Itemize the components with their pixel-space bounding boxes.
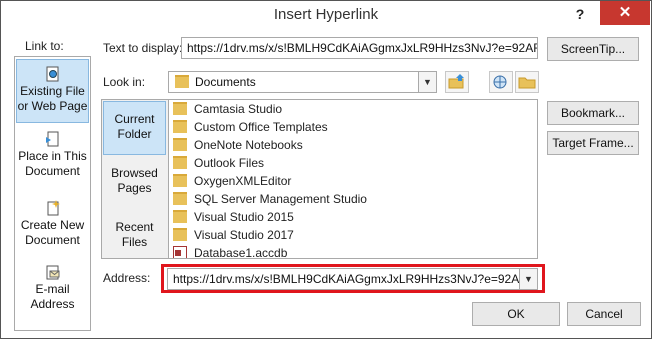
recent-files-line1: Recent	[115, 220, 154, 234]
folder-icon	[175, 75, 189, 88]
link-place-in-document[interactable]: Place in This Document	[16, 131, 89, 189]
browse-file-button[interactable]	[515, 71, 539, 93]
file-list-item[interactable]: Database1.accdb	[173, 244, 288, 259]
link-existing-line1: Existing File	[20, 84, 85, 98]
browsed-pages-tab[interactable]: Browsed Pages	[102, 166, 167, 196]
screentip-button[interactable]: ScreenTip...	[547, 37, 639, 61]
file-name: Custom Office Templates	[194, 120, 328, 134]
link-email-line2: Address	[30, 297, 75, 311]
folder-icon	[173, 120, 187, 134]
close-button[interactable]: ✕	[600, 1, 650, 25]
folder-icon	[173, 174, 187, 188]
link-to-label: Link to:	[25, 39, 64, 53]
link-existing-line2: or Web Page	[17, 99, 88, 113]
folder-icon	[173, 210, 187, 224]
file-list-item[interactable]: Custom Office Templates	[173, 118, 328, 136]
file-name: Database1.accdb	[194, 246, 288, 259]
up-folder-icon	[448, 74, 464, 89]
look-in-label: Look in:	[103, 75, 146, 89]
file-name: Camtasia Studio	[194, 102, 283, 116]
text-to-display-label: Text to display:	[103, 41, 183, 55]
recent-files-tab[interactable]: Recent Files	[102, 220, 167, 250]
look-in-value: Documents	[195, 75, 256, 89]
access-database-icon	[173, 245, 187, 258]
folder-icon	[173, 192, 187, 206]
help-button[interactable]: ?	[573, 4, 587, 24]
folder-icon	[173, 156, 187, 170]
file-list-item[interactable]: Outlook Files	[173, 154, 264, 172]
dialog-title: Insert Hyperlink	[273, 6, 379, 23]
look-in-nav: Current Folder Browsed Pages Recent File…	[101, 99, 168, 259]
file-name: Visual Studio 2015	[194, 210, 294, 224]
address-input[interactable]: https://1drv.ms/x/s!BMLH9CdKAiAGgmxJxLR9…	[167, 268, 538, 290]
insert-hyperlink-dialog: Insert Hyperlink ? ✕ Link to: Existing F…	[0, 0, 652, 339]
folder-icon	[173, 228, 187, 242]
address-label: Address:	[103, 271, 151, 285]
file-list: Camtasia Studio Custom Office Templates …	[168, 99, 538, 259]
link-existing-file-or-web-page[interactable]: Existing File or Web Page	[16, 59, 89, 123]
current-folder-line2: Folder	[117, 127, 152, 141]
recent-files-line2: Files	[121, 235, 148, 249]
browsed-pages-line1: Browsed	[111, 166, 158, 180]
link-create-line1: Create New	[20, 218, 85, 232]
email-icon	[46, 265, 59, 280]
browse-file-icon	[518, 77, 536, 89]
file-name: OxygenXMLEditor	[194, 174, 292, 188]
file-name: Visual Studio 2017	[194, 228, 294, 242]
chevron-down-icon[interactable]: ▼	[418, 72, 436, 92]
file-list-item[interactable]: Visual Studio 2015	[173, 208, 294, 226]
folder-icon	[173, 138, 187, 152]
link-create-new-document[interactable]: Create New Document	[16, 200, 89, 258]
address-value: https://1drv.ms/x/s!BMLH9CdKAiAGgmxJxLR9…	[173, 272, 538, 286]
file-list-item[interactable]: OneNote Notebooks	[173, 136, 303, 154]
link-to-pane: Existing File or Web Page Place in This …	[14, 56, 91, 331]
link-place-line2: Document	[25, 164, 80, 178]
link-email-address[interactable]: E-mail Address	[16, 264, 89, 322]
current-folder-tab[interactable]: Current Folder	[103, 101, 166, 155]
file-list-item[interactable]: Camtasia Studio	[173, 100, 282, 118]
document-place-icon	[45, 131, 58, 147]
link-create-line2: Document	[25, 233, 80, 247]
file-name: Outlook Files	[194, 156, 265, 170]
file-list-item[interactable]: OxygenXMLEditor	[173, 172, 291, 190]
file-list-item[interactable]: SQL Server Management Studio	[173, 190, 367, 208]
up-one-folder-button[interactable]	[445, 71, 469, 93]
cancel-button[interactable]: Cancel	[567, 302, 641, 326]
text-to-display-input[interactable]: https://1drv.ms/x/s!BMLH9CdKAiAGgmxJxLR9…	[181, 37, 538, 59]
new-document-icon	[47, 200, 60, 216]
globe-page-icon	[46, 66, 58, 82]
file-name: OneNote Notebooks	[194, 138, 303, 152]
browsed-pages-line2: Pages	[117, 181, 152, 195]
link-place-line1: Place in This	[18, 149, 87, 163]
browse-web-icon	[493, 75, 507, 89]
target-frame-button[interactable]: Target Frame...	[547, 131, 639, 155]
ok-button[interactable]: OK	[472, 302, 560, 326]
file-list-item[interactable]: Visual Studio 2017	[173, 226, 294, 244]
folder-icon	[173, 102, 187, 116]
link-email-line1: E-mail	[35, 282, 70, 296]
chevron-down-icon[interactable]: ▼	[519, 269, 537, 289]
bookmark-button[interactable]: Bookmark...	[547, 101, 639, 125]
browse-web-button[interactable]	[489, 71, 513, 93]
look-in-dropdown[interactable]: Documents ▼	[168, 71, 437, 93]
file-name: SQL Server Management Studio	[194, 192, 367, 206]
current-folder-line1: Current	[114, 112, 155, 126]
